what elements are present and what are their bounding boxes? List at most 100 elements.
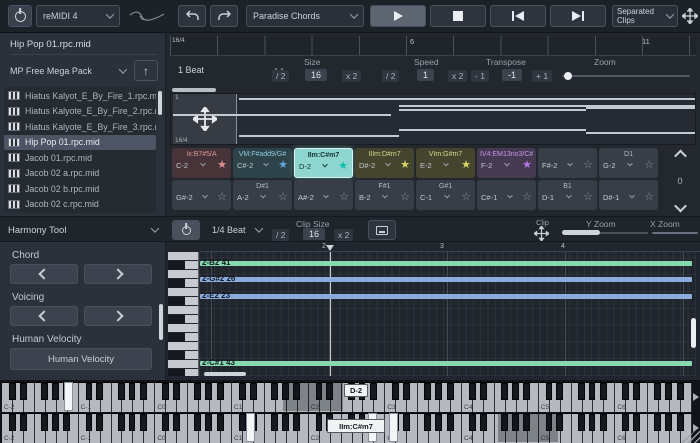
black-key[interactable] — [523, 383, 530, 400]
keyboard-scroll-right-icon[interactable] — [693, 393, 699, 401]
black-key[interactable] — [392, 383, 399, 400]
zoom-slider[interactable] — [562, 75, 690, 77]
favorite-star-icon[interactable] — [583, 160, 593, 170]
clip-overview[interactable]: 1 16/4 — [170, 93, 696, 145]
chord-cell[interactable]: A#-2 — [294, 180, 353, 210]
favorite-star-icon[interactable] — [339, 192, 349, 202]
black-key[interactable] — [250, 383, 257, 400]
keyboard-octave[interactable]: C6 — [615, 414, 692, 443]
play-button[interactable] — [370, 5, 426, 27]
black-key[interactable] — [370, 383, 377, 400]
black-key[interactable] — [63, 414, 70, 431]
black-key[interactable] — [20, 383, 27, 400]
black-key[interactable] — [546, 383, 553, 400]
black-key[interactable] — [424, 414, 431, 431]
black-key[interactable] — [654, 414, 661, 431]
human-velocity-button[interactable]: Human Velocity — [10, 348, 152, 370]
black-key[interactable] — [556, 383, 563, 400]
stop-button[interactable] — [430, 5, 486, 27]
black-key[interactable] — [217, 383, 224, 400]
chord-cell[interactable]: G#1C-1 — [416, 180, 475, 210]
chevron-down-icon[interactable] — [627, 161, 633, 167]
favorite-star-icon[interactable] — [338, 161, 348, 171]
tool-selector[interactable]: Harmony Tool — [2, 220, 164, 240]
file-list-scrollbar[interactable] — [158, 91, 162, 115]
piano-roll-ruler[interactable]: 2 3 4 — [200, 242, 700, 252]
chord-cell[interactable]: IIm:C#m7D-2 — [294, 148, 353, 178]
y-zoom-slider[interactable] — [562, 232, 648, 234]
black-key[interactable] — [654, 383, 661, 400]
black-key[interactable] — [578, 383, 585, 400]
pack-selector[interactable]: MP Free Mega Pack — [8, 60, 128, 81]
chevron-down-icon[interactable] — [504, 161, 510, 167]
black-key[interactable] — [173, 414, 180, 431]
black-key[interactable] — [469, 383, 476, 400]
keyboard-octave[interactable]: C-2 — [2, 414, 79, 443]
current-file-field[interactable]: Hip Pop 01.rpc.mid — [10, 39, 158, 55]
black-key[interactable] — [501, 383, 508, 400]
chord-cell[interactable]: IV4:EM13no3/C#F-2 — [477, 148, 536, 178]
chevron-down-icon[interactable] — [444, 161, 450, 167]
black-key[interactable] — [194, 414, 201, 431]
favorite-star-icon[interactable] — [278, 160, 288, 170]
tool-panel-scrollbar[interactable] — [159, 304, 163, 340]
chord-cell[interactable]: D1G-2 — [599, 148, 658, 178]
chord-cell[interactable]: IIIm:D#m7D#-2 — [355, 148, 414, 178]
chevron-down-icon[interactable] — [629, 193, 635, 199]
arranger-ruler[interactable]: 16/4 6 11 — [170, 36, 696, 56]
black-key[interactable] — [271, 383, 278, 400]
black-key[interactable] — [205, 414, 212, 431]
black-key[interactable] — [20, 414, 27, 431]
chord-cell[interactable]: VIm:G#m7E-2 — [416, 148, 475, 178]
skip-to-end-button[interactable] — [550, 5, 606, 27]
chevron-down-icon[interactable] — [200, 161, 206, 167]
black-key[interactable] — [9, 414, 16, 431]
favorite-star-icon[interactable] — [461, 192, 471, 202]
favorite-star-icon[interactable] — [522, 160, 532, 170]
favorite-star-icon[interactable] — [461, 160, 471, 170]
plugin-selector[interactable]: reMIDI 4 — [36, 5, 120, 27]
chord-cell[interactable]: F#1B-2 — [355, 180, 414, 210]
octave-down-button[interactable] — [674, 200, 687, 213]
piano-roll-keys[interactable] — [168, 252, 198, 376]
file-list-item[interactable]: Jacob 02 c.rpc.mid — [4, 197, 156, 213]
black-key[interactable] — [41, 383, 48, 400]
show-keyboard-button[interactable] — [368, 220, 396, 240]
chevron-down-icon[interactable] — [385, 161, 391, 167]
clip-region[interactable]: 1 16/4 — [173, 94, 237, 144]
clip-size-double-button[interactable]: x 2 — [334, 229, 353, 241]
black-key[interactable] — [600, 383, 607, 400]
folder-up-button[interactable]: ↑ — [134, 60, 158, 81]
black-key[interactable] — [96, 383, 103, 400]
black-key[interactable] — [140, 414, 147, 431]
file-list-item[interactable]: Jacob 01.rpc.mid — [4, 150, 156, 166]
black-key[interactable] — [118, 414, 125, 431]
chevron-down-icon[interactable] — [263, 161, 269, 167]
black-key[interactable] — [52, 383, 59, 400]
midi-note[interactable] — [200, 361, 692, 366]
keyboard-octave[interactable]: C3 — [385, 383, 462, 412]
black-key[interactable] — [480, 414, 487, 431]
voicing-prev-button[interactable] — [10, 306, 78, 326]
file-list-item[interactable]: Hip Pop 01.rpc.mid — [4, 135, 156, 151]
black-key[interactable] — [469, 414, 476, 431]
move-window-icon[interactable] — [682, 8, 698, 24]
harmony-beat-selector[interactable]: 1/4 Beat — [206, 220, 268, 240]
black-key[interactable] — [293, 414, 300, 431]
size-double-button[interactable]: x 2 — [342, 70, 361, 82]
black-key[interactable] — [633, 383, 640, 400]
keyboard-octave[interactable]: C5 — [539, 383, 616, 412]
keyboard-octave[interactable]: C0 — [155, 414, 232, 443]
favorite-star-icon[interactable] — [583, 192, 593, 202]
black-key[interactable] — [162, 414, 169, 431]
chevron-down-icon[interactable] — [383, 193, 389, 199]
black-key[interactable] — [589, 383, 596, 400]
chevron-down-icon[interactable] — [566, 193, 572, 199]
highlighted-key[interactable] — [64, 382, 73, 411]
keyboard-octave[interactable]: C1 — [232, 414, 309, 443]
keyboard-octave[interactable]: C4 — [462, 383, 539, 412]
highlighted-key[interactable] — [246, 413, 255, 442]
piano-roll-grid[interactable] — [198, 252, 696, 376]
black-key[interactable] — [162, 383, 169, 400]
black-key[interactable] — [447, 414, 454, 431]
